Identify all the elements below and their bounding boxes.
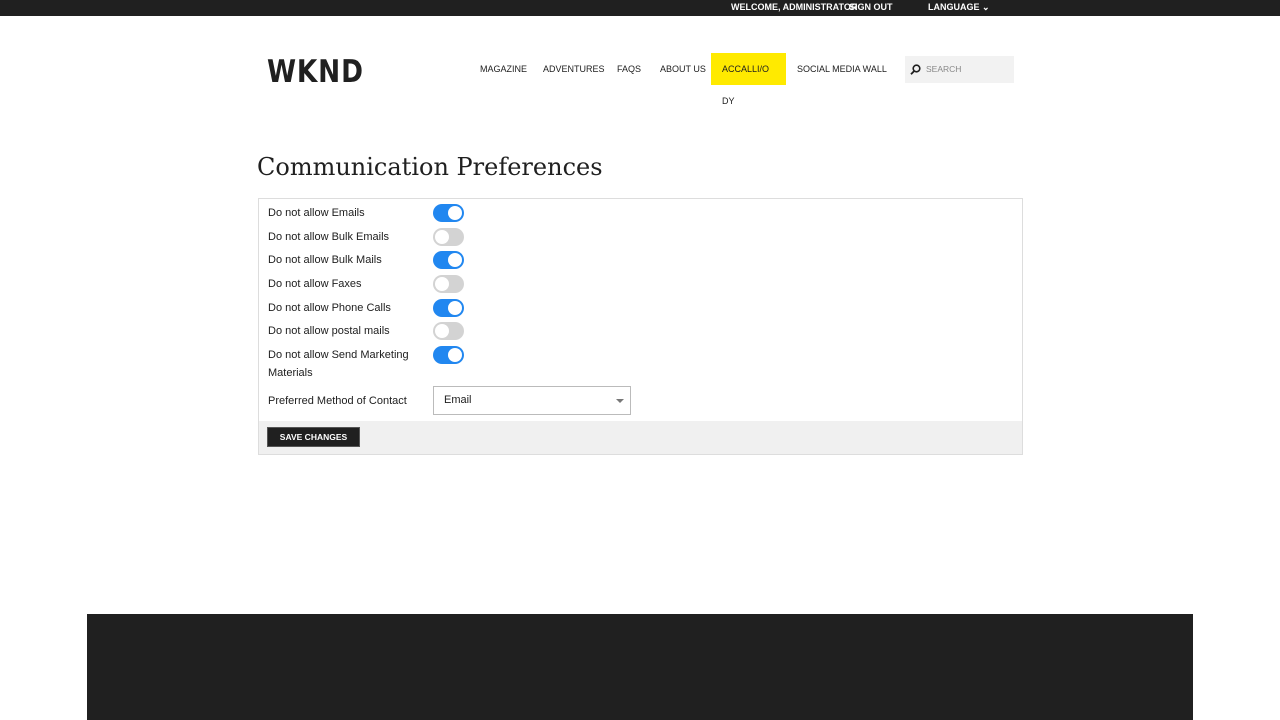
welcome-text: WELCOME, ADMINISTRATOR <box>731 2 858 12</box>
pref-label: Do not allow Phone Calls <box>268 302 391 314</box>
page-title: Communication Preferences <box>257 153 603 181</box>
nav-accallio-dy[interactable]: ACCALLI/O DY <box>711 53 786 106</box>
nav-adventures[interactable]: ADVENTURES <box>532 53 616 85</box>
save-changes-button[interactable]: SAVE CHANGES <box>267 427 360 447</box>
select-value: Email <box>444 394 472 406</box>
nav-faqs[interactable]: FAQS <box>606 53 652 85</box>
toggle-send-marketing[interactable] <box>433 346 464 364</box>
caret-down-icon <box>616 399 624 407</box>
search-placeholder: SEARCH <box>926 64 962 74</box>
contact-label: Preferred Method of Contact <box>268 395 407 407</box>
nav-magazine[interactable]: MAGAZINE <box>469 53 538 85</box>
logo[interactable]: WKND <box>267 54 364 90</box>
language-menu[interactable]: LANGUAGE ⌄ <box>928 2 990 13</box>
top-utility-bar: WELCOME, ADMINISTRATOR SIGN OUT LANGUAGE… <box>0 0 1280 16</box>
toggle-faxes[interactable] <box>433 275 464 293</box>
search-icon <box>910 64 921 75</box>
chevron-down-icon: ⌄ <box>982 2 990 12</box>
contact-method-select[interactable]: Email <box>433 386 631 415</box>
toggle-postal-mails[interactable] <box>433 322 464 340</box>
search-input[interactable]: SEARCH <box>905 56 1014 83</box>
toggle-phone-calls[interactable] <box>433 299 464 317</box>
toggle-bulk-emails[interactable] <box>433 228 464 246</box>
pref-label: Do not allow Send Marketing Materials <box>268 349 409 379</box>
nav-about-us[interactable]: ABOUT US <box>649 53 717 85</box>
form-footer: SAVE CHANGES <box>259 421 1022 454</box>
nav-social-media-wall[interactable]: SOCIAL MEDIA WALL <box>786 53 898 85</box>
pref-label: Do not allow Emails <box>268 207 365 219</box>
sign-out-link[interactable]: SIGN OUT <box>849 2 893 12</box>
page-footer <box>87 614 1193 720</box>
preferences-form: Do not allow Emails Do not allow Bulk Em… <box>258 198 1023 455</box>
toggle-bulk-mails[interactable] <box>433 251 464 269</box>
pref-label: Do not allow postal mails <box>268 325 390 337</box>
pref-label: Do not allow Faxes <box>268 278 362 290</box>
pref-label: Do not allow Bulk Mails <box>268 254 382 266</box>
toggle-emails[interactable] <box>433 204 464 222</box>
pref-label: Do not allow Bulk Emails <box>268 231 390 243</box>
language-label: LANGUAGE <box>928 2 980 12</box>
